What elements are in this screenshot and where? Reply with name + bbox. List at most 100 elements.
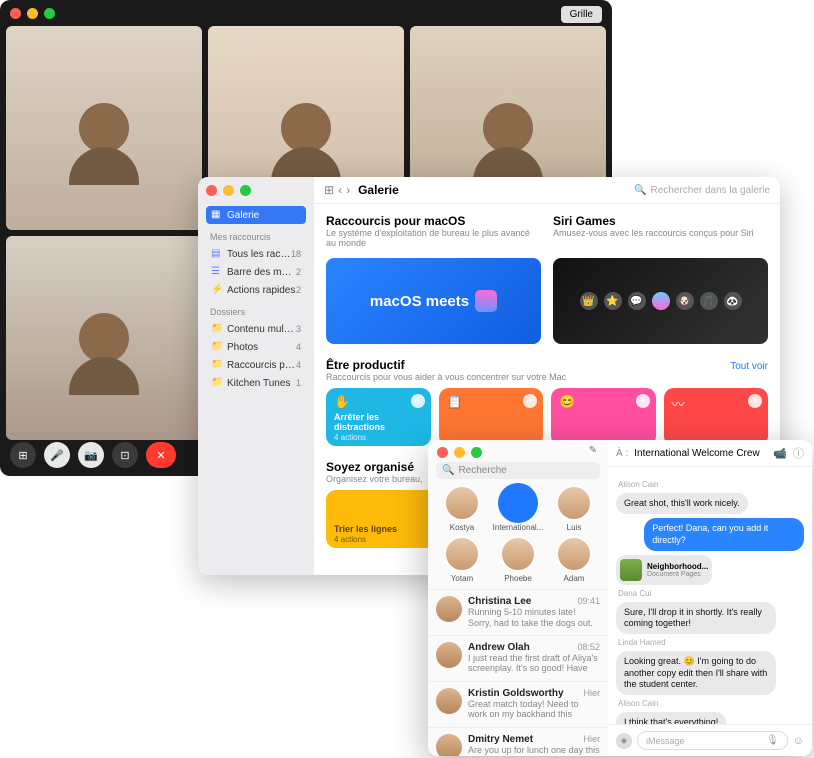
sidebar-item-folder[interactable]: 📁 Kitchen Tunes 1 — [206, 374, 306, 392]
shortcut-tile[interactable]: 〰 + — [664, 388, 769, 446]
pinned-convo[interactable]: Luis — [548, 485, 600, 532]
sender-label: Dana Cui — [618, 589, 804, 598]
crown-icon: 👑 — [580, 292, 598, 310]
section-title: Être productif — [326, 358, 566, 372]
panda-icon: 🐼 — [724, 292, 742, 310]
shortcuts-sidebar: ▦ Galerie Mes raccourcis ▤ Tous les racc… — [198, 177, 314, 575]
message-bubble[interactable]: Perfect! Dana, can you add it directly? — [644, 518, 804, 551]
conversation-row[interactable]: Christina Lee09:41 Running 5-10 minutes … — [428, 589, 608, 635]
sidebar-section-header: Mes raccourcis — [210, 232, 306, 242]
attachment[interactable]: Neighborhood... Document Pages — [616, 555, 712, 585]
see-all-link[interactable]: Tout voir — [730, 361, 768, 372]
wave-icon: 〰 — [672, 394, 761, 413]
sidebar-item-folder[interactable]: 📁 Contenu multimédia 3 — [206, 320, 306, 338]
section-subtitle: Le système d'exploitation de bureau le p… — [326, 228, 541, 248]
back-button[interactable]: ‹ — [338, 183, 342, 197]
hand-icon: ✋ — [334, 394, 423, 410]
add-icon[interactable]: + — [748, 394, 762, 408]
sidebar-section-header: Dossiers — [210, 307, 306, 317]
new-message-button[interactable]: ✎ — [586, 443, 600, 457]
minimize-icon[interactable] — [223, 185, 234, 196]
sidebar-item-folder[interactable]: 📁 Raccourcis pour d... 4 — [206, 356, 306, 374]
message-bubble[interactable]: Great shot, this'll work nicely. — [616, 493, 748, 514]
emoji-picker-button[interactable]: ☺ — [793, 735, 804, 747]
toolbar-nav: ⊞ ‹ › — [324, 183, 350, 197]
folder-icon: 📁 — [211, 323, 223, 335]
pinned-convo[interactable]: Yotam — [436, 536, 488, 583]
pinned-convo[interactable]: Phoebe — [492, 536, 544, 583]
facetime-controls: ⊞ 🎤 📷 ⊡ ✕ — [10, 442, 176, 468]
add-icon[interactable]: + — [636, 394, 650, 408]
maximize-icon[interactable] — [240, 185, 251, 196]
search-field[interactable]: 🔍 Rechercher dans la galerie — [634, 185, 770, 196]
end-call-button[interactable]: ✕ — [146, 442, 176, 468]
folder-icon: 📁 — [211, 359, 223, 371]
apps-button[interactable]: ◈ — [616, 733, 632, 749]
shortcuts-toolbar: ⊞ ‹ › Galerie 🔍 Rechercher dans la galer… — [314, 177, 780, 204]
close-icon[interactable] — [437, 447, 448, 458]
close-icon[interactable] — [206, 185, 217, 196]
sidebar-item-folder[interactable]: 📁 Photos 4 — [206, 338, 306, 356]
pinned-convo[interactable]: International... — [492, 485, 544, 532]
pinned-convo[interactable]: Kostya — [436, 485, 488, 532]
grid-view-button[interactable]: Grille — [561, 6, 602, 23]
conversation-row[interactable]: Andrew Olah08:52 I just read the first d… — [428, 635, 608, 681]
message-input[interactable]: iMessage 🎙 — [637, 731, 788, 750]
avatar — [436, 688, 462, 714]
video-tile[interactable] — [6, 236, 202, 440]
camera-button[interactable]: 📷 — [78, 442, 104, 468]
sidebar-item-all-shortcuts[interactable]: ▤ Tous les raccourcis 18 — [206, 245, 306, 263]
sender-label: Alison Cain — [618, 480, 804, 489]
page-title: Galerie — [358, 183, 626, 197]
info-icon[interactable]: ⓘ — [793, 445, 804, 461]
conversation-row[interactable]: Dmitry NemetHier Are you up for lunch on… — [428, 727, 608, 756]
section-subtitle: Raccourcis pour vous aider à vous concen… — [326, 372, 566, 382]
sidebar-toggle-icon[interactable]: ⊞ — [324, 183, 334, 197]
chat-icon: 💬 — [628, 292, 646, 310]
shortcut-tile[interactable]: 📋 + — [439, 388, 544, 446]
maximize-icon[interactable] — [44, 8, 55, 19]
note-icon: 🎵 — [700, 292, 718, 310]
section-subtitle: Amusez-vous avec les raccourcis conçus p… — [553, 228, 768, 238]
avatar — [436, 734, 462, 756]
list-icon: 📋 — [447, 394, 536, 410]
search-icon: 🔍 — [634, 185, 646, 196]
pinned-convo[interactable]: Adam — [548, 536, 600, 583]
folder-icon: 📁 — [211, 341, 223, 353]
minimize-icon[interactable] — [454, 447, 465, 458]
share-screen-button[interactable]: ⊡ — [112, 442, 138, 468]
message-bubble[interactable]: Looking great. 😊 I'm going to do another… — [616, 651, 776, 695]
banner-siri-games[interactable]: 👑 ⭐ 💬 🐶 🎵 🐼 — [553, 258, 768, 344]
close-icon[interactable] — [10, 8, 21, 19]
dictate-icon[interactable]: 🎙 — [766, 735, 779, 746]
maximize-icon[interactable] — [471, 447, 482, 458]
smile-icon: 😊 — [559, 394, 648, 410]
message-bubble[interactable]: I think that's everything! — [616, 712, 726, 724]
add-icon[interactable]: + — [411, 394, 425, 408]
avatar — [436, 642, 462, 668]
section-title: Raccourcis pour macOS — [326, 214, 541, 228]
facetime-icon[interactable]: 📹 — [773, 447, 787, 460]
shortcut-tile[interactable]: 😊 + — [551, 388, 656, 446]
search-field[interactable]: 🔍 Recherche — [436, 462, 600, 479]
messages-window: ✎ 🔍 Recherche Kostya International... Lu… — [428, 440, 812, 756]
mute-button[interactable]: 🎤 — [44, 442, 70, 468]
to-label: À : — [616, 448, 628, 459]
sidebar-item-gallery[interactable]: ▦ Galerie — [206, 206, 306, 224]
section-title: Siri Games — [553, 214, 768, 228]
shortcut-tile[interactable]: ✋ + Arrêter les distractions 4 actions — [326, 388, 431, 446]
sidebar-toggle-button[interactable]: ⊞ — [10, 442, 36, 468]
add-icon[interactable]: + — [523, 394, 537, 408]
message-bubble[interactable]: Sure, I'll drop it in shortly. It's real… — [616, 602, 776, 635]
sidebar-item-quick-actions[interactable]: ⚡ Actions rapides 2 — [206, 281, 306, 299]
banner-macos[interactable]: macOS meets — [326, 258, 541, 344]
attachment-thumb — [620, 559, 642, 581]
window-traffic-lights — [10, 8, 55, 19]
thread-title: International Welcome Crew — [634, 448, 767, 459]
sidebar-item-menubar[interactable]: ☰ Barre des menus 2 — [206, 263, 306, 281]
minimize-icon[interactable] — [27, 8, 38, 19]
conversation-row[interactable]: Kristin GoldsworthyHier Great match toda… — [428, 681, 608, 727]
siri-icon — [652, 292, 670, 310]
forward-button[interactable]: › — [346, 183, 350, 197]
video-tile[interactable] — [6, 26, 202, 230]
